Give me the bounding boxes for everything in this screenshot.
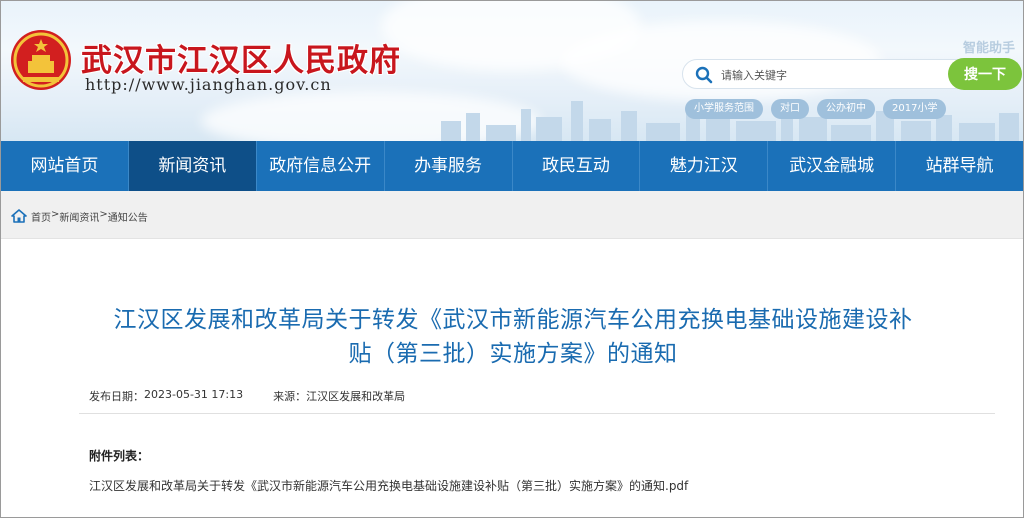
nav-services[interactable]: 办事服务 [385,141,513,191]
nav-home[interactable]: 网站首页 [1,141,129,191]
publish-date: 2023-05-31 17:13 [144,388,244,401]
article-meta: 发布日期： 2023-05-31 17:13 来源： 江汉区发展和改革局 [89,388,405,404]
search-input[interactable] [721,64,941,86]
nav-gov-info[interactable]: 政府信息公开 [257,141,385,191]
attachments-heading: 附件列表： [89,449,150,463]
article-title-line: 江汉区发展和改革局关于转发《武汉市新能源汽车公用充换电基础设施建设补 [113,307,913,333]
hot-tag[interactable]: 小学服务范围 [685,99,763,119]
breadcrumb-notices[interactable]: 通知公告 [108,209,148,224]
nav-charm-jianghan[interactable]: 魅力江汉 [640,141,769,191]
hot-tag[interactable]: 对口 [771,99,809,119]
search-button[interactable]: 搜一下 [948,58,1022,90]
breadcrumb-bar: 首页 > 新闻资讯 > 通知公告 [1,191,1023,239]
hot-tag[interactable]: 公办初中 [817,99,875,119]
national-emblem-icon [11,30,71,90]
site-url: http://www.jianghan.gov.cn [85,75,332,94]
breadcrumb-news[interactable]: 新闻资讯 [59,209,99,224]
site-title[interactable]: 武汉市江汉区人民政府 [81,35,401,80]
publish-label: 发布日期： [89,390,144,403]
source-value: 江汉区发展和改革局 [306,390,406,403]
hot-tag[interactable]: 2017小学 [883,99,947,119]
home-icon [11,209,27,223]
nav-news[interactable]: 新闻资讯 [128,141,257,191]
breadcrumb-separator: > [99,209,108,220]
nav-finance-city[interactable]: 武汉金融城 [768,141,897,191]
article-title-line: 贴（第三批）实施方案》的通知 [348,341,678,367]
page-frame: 武汉市江汉区人民政府 http://www.jianghan.gov.cn 智能… [0,0,1024,518]
source-label: 来源： [273,390,307,403]
ai-assistant-link[interactable]: 智能助手 [963,37,1015,56]
article-title: 江汉区发展和改革局关于转发《武汉市新能源汽车公用充换电基础设施建设补 贴（第三批… [61,303,965,371]
attachment-link[interactable]: 江汉区发展和改革局关于转发《武汉市新能源汽车公用充换电基础设施建设补贴（第三批）… [89,477,688,494]
hot-search-tags: 小学服务范围 对口 公办初中 2017小学 [685,99,947,119]
breadcrumb-home[interactable]: 首页 [31,209,51,224]
breadcrumb-separator: > [51,209,60,220]
divider [79,413,995,414]
search-icon [695,66,713,84]
breadcrumb: 首页 > 新闻资讯 > 通知公告 [31,209,148,224]
nav-interaction[interactable]: 政民互动 [513,141,641,191]
header-banner: 武汉市江汉区人民政府 http://www.jianghan.gov.cn 智能… [1,1,1023,141]
main-nav: 网站首页 新闻资讯 政府信息公开 办事服务 政民互动 魅力江汉 武汉金融城 站群… [1,141,1023,191]
nav-site-group[interactable]: 站群导航 [896,141,1023,191]
